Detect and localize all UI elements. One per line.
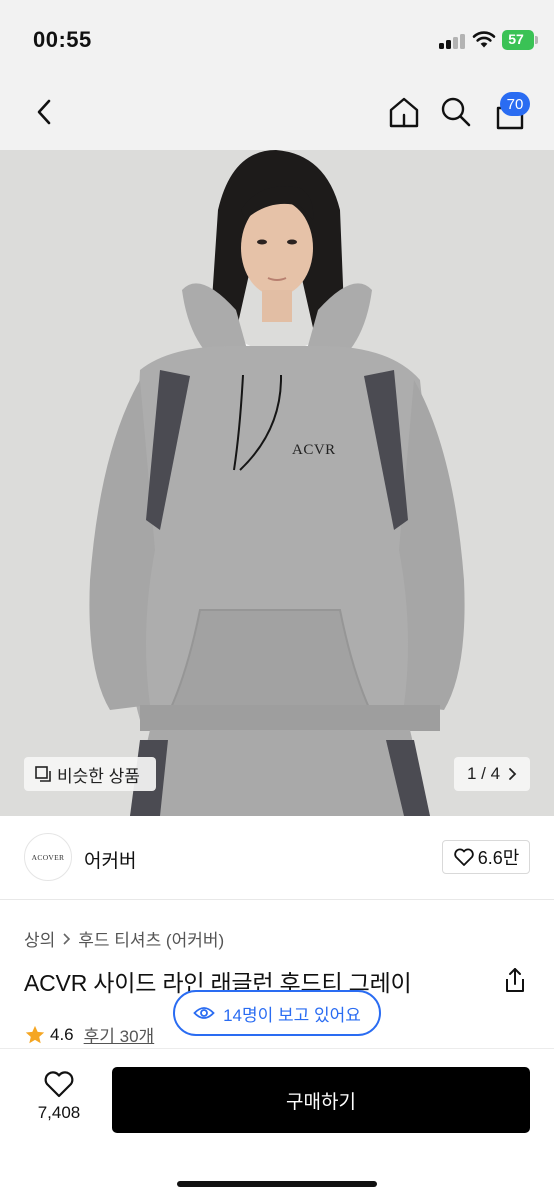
brand-row[interactable]: ACOVER 어커버 6.6만	[0, 816, 554, 900]
similar-products-label: 비슷한 상품	[57, 766, 140, 786]
home-button[interactable]	[384, 92, 424, 132]
bottom-action-bar: 7,408 구매하기	[0, 1048, 554, 1200]
search-button[interactable]	[436, 92, 476, 132]
breadcrumb-item-top[interactable]: 상의	[24, 926, 55, 951]
search-icon	[441, 97, 471, 127]
status-bar: 00:55 57	[0, 0, 554, 78]
chevron-right-icon	[509, 768, 517, 780]
wifi-icon	[472, 31, 496, 48]
battery-percent: 57	[508, 31, 524, 47]
cart-count-badge: 70	[500, 92, 530, 116]
similar-products-button[interactable]: 비슷한 상품	[24, 757, 156, 791]
buy-button[interactable]: 구매하기	[112, 1067, 530, 1133]
breadcrumb-item-category[interactable]: 후드 티셔츠 (어커버)	[78, 926, 224, 951]
product-image[interactable]: ACVR	[0, 150, 554, 816]
share-icon	[506, 968, 524, 992]
share-button[interactable]	[502, 966, 528, 994]
rating-row: 4.6 후기 30개	[24, 1022, 154, 1047]
review-link[interactable]: 후기 30개	[84, 1022, 155, 1047]
rating-value: 4.6	[50, 1024, 74, 1044]
cellular-signal-icon	[439, 33, 465, 49]
home-indicator	[177, 1181, 377, 1187]
breadcrumb: 상의 후드 티셔츠 (어커버)	[24, 926, 224, 951]
star-icon	[25, 1025, 45, 1043]
garment-logo: ACVR	[292, 442, 336, 458]
brand-name[interactable]: 어커버	[84, 846, 136, 873]
brand-like-count: 6.6만	[477, 848, 520, 868]
chevron-right-icon	[63, 932, 71, 945]
heart-icon	[453, 848, 474, 866]
hoodie-model-photo	[0, 150, 554, 816]
brand-logo: ACOVER	[24, 833, 72, 881]
brand-like-button[interactable]: 6.6만	[442, 840, 530, 874]
wishlist-button[interactable]: 7,408	[24, 1069, 94, 1135]
image-pager[interactable]: 1 / 4	[454, 757, 530, 791]
viewers-pill: 14명이 보고 있어요	[173, 990, 381, 1036]
back-button[interactable]	[24, 92, 64, 132]
image-pager-text: 1 / 4	[466, 764, 501, 783]
status-time: 00:55	[33, 27, 92, 52]
heart-icon	[44, 1071, 74, 1098]
similar-items-icon	[35, 766, 51, 782]
battery-icon: 57	[502, 30, 538, 50]
wishlist-count: 7,408	[37, 1103, 81, 1122]
home-icon	[389, 97, 419, 128]
eye-icon	[193, 1007, 215, 1019]
viewers-text: 14명이 보고 있어요	[223, 1005, 361, 1025]
chevron-left-icon	[37, 99, 51, 125]
top-nav-bar	[0, 78, 554, 150]
